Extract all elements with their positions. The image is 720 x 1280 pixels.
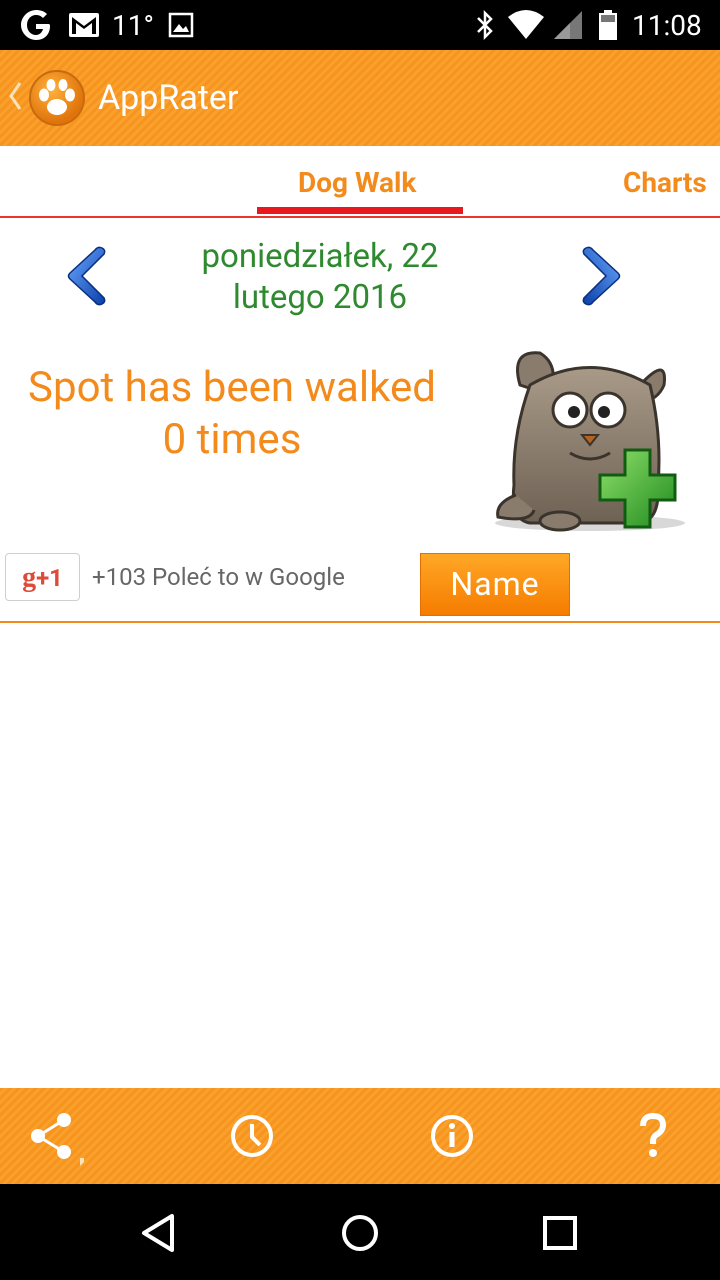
- recents-icon[interactable]: [535, 1208, 585, 1258]
- clock: 11:08: [632, 8, 702, 42]
- walk-count-text: Spot has been walked 0 times: [0, 362, 464, 466]
- date-line-2: lutego 2016: [232, 278, 408, 317]
- temperature: 11°: [112, 8, 154, 42]
- gplus-button[interactable]: g+1: [5, 553, 80, 601]
- gplus-count: +103 Poleć to w Google: [92, 563, 345, 591]
- dog-add-icon[interactable]: [490, 345, 690, 540]
- google-icon: [18, 0, 54, 50]
- gplus-g: g: [22, 562, 37, 593]
- chevron-left-icon[interactable]: [64, 244, 112, 308]
- clock-icon[interactable]: [222, 1106, 282, 1166]
- gmail-icon: [68, 0, 100, 50]
- status-bar: 11° 11:08: [0, 0, 720, 50]
- tab-dog-walk[interactable]: Dog Walk: [298, 166, 416, 199]
- battery-icon: [598, 0, 618, 50]
- app-title: AppRater: [98, 78, 239, 118]
- date-display: poniedziałek, 22 lutego 2016: [160, 236, 480, 318]
- tab-charts[interactable]: Charts: [623, 166, 707, 199]
- chevron-right-icon[interactable]: [576, 244, 624, 308]
- home-icon[interactable]: [335, 1208, 385, 1258]
- tab-indicator: [257, 207, 463, 214]
- walk-line-2: 0 times: [162, 415, 302, 464]
- gplus-plus-one: +1: [36, 564, 63, 592]
- divider: [0, 621, 720, 623]
- name-button[interactable]: Name: [420, 553, 570, 616]
- bluetooth-icon: [474, 0, 496, 50]
- info-icon[interactable]: [422, 1106, 482, 1166]
- paw-logo-icon[interactable]: [28, 69, 86, 127]
- back-chevron-icon[interactable]: [8, 80, 22, 120]
- share-icon[interactable]: [24, 1106, 88, 1166]
- walk-line-1: Spot has been walked: [28, 363, 436, 412]
- wifi-icon: [506, 0, 546, 50]
- bottom-action-bar: [0, 1088, 720, 1184]
- action-bar: AppRater: [0, 50, 720, 146]
- back-icon[interactable]: [136, 1208, 186, 1258]
- signal-icon: [552, 0, 584, 50]
- tab-bar: Dog Walk Charts: [0, 146, 720, 218]
- help-icon[interactable]: [622, 1106, 682, 1166]
- image-icon: [168, 0, 194, 50]
- nav-bar: [0, 1184, 720, 1280]
- date-line-1: poniedziałek, 22: [201, 237, 439, 276]
